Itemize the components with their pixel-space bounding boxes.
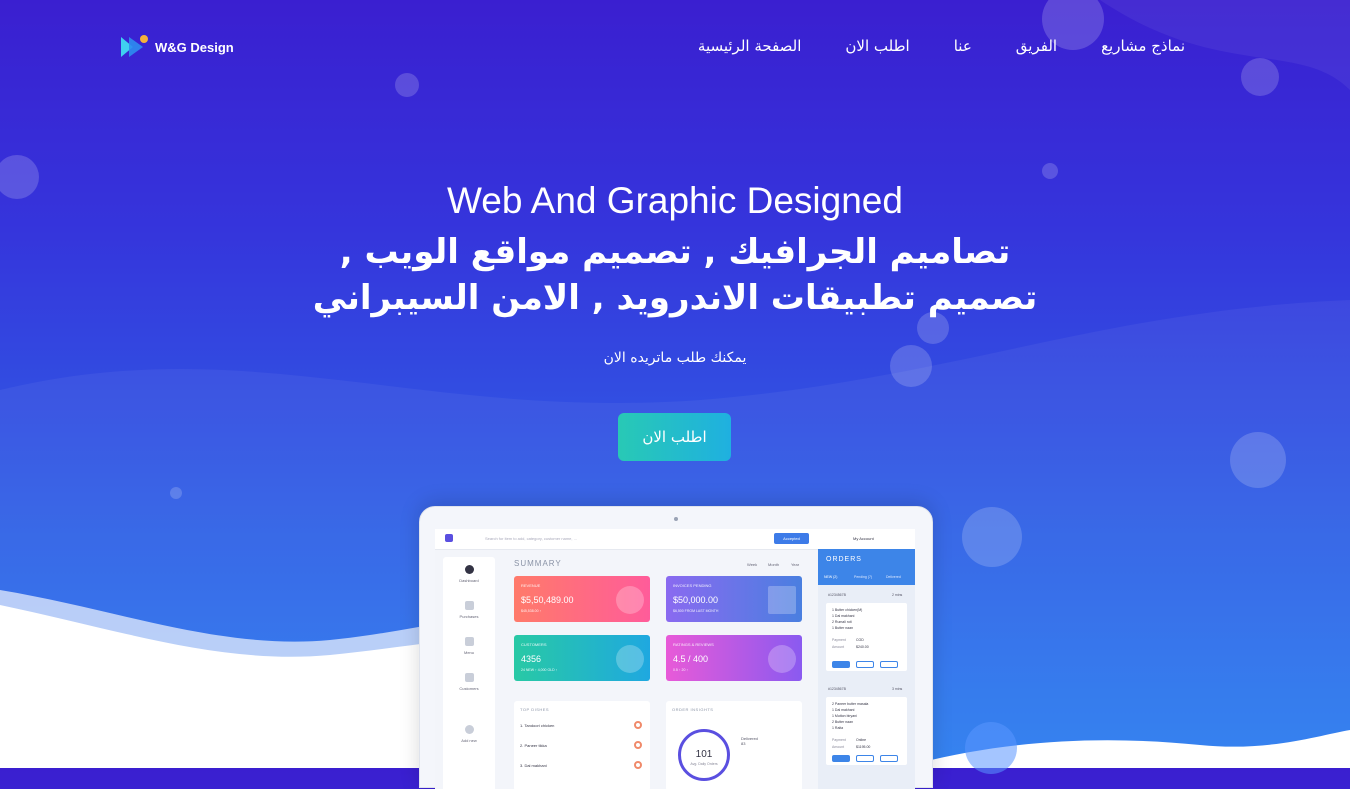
revenue-card: REVENUE $5,50,489.00 $45,538.00 ↑ (514, 576, 650, 622)
order-number: #1234567B (828, 687, 846, 691)
invoice-icon (768, 586, 796, 614)
mockup-account: My Account (853, 536, 874, 541)
order-number: #1234567B (828, 593, 846, 597)
users-icon (616, 645, 644, 673)
nav-item-projects[interactable]: نماذج مشاريع (1101, 37, 1185, 55)
dish-item: 1. Tandoori chicken (520, 723, 555, 728)
add-icon (464, 725, 474, 734)
main-nav: نماذج مشاريع الفريق عنا اطلب الان الصفحة… (698, 37, 1185, 55)
mockup-sidebar-item: Purchases (443, 601, 495, 619)
reject-icon (856, 661, 874, 668)
decor-bubble (1042, 163, 1058, 179)
order-card: 2 Paneer butter masala 1 Dal makhani 1 M… (826, 697, 907, 765)
brand-name: W&G Design (155, 39, 234, 55)
delivered-stat: Delivered 83 (741, 736, 758, 746)
order-time: 2 mins (892, 593, 903, 597)
dashboard-icon (464, 565, 474, 574)
mockup-sidebar-item: Add new (443, 725, 495, 743)
dish-chart-icon (634, 721, 642, 729)
decor-bubble (170, 487, 182, 499)
mockup-sidebar-item: Dashboard (443, 565, 495, 583)
hero-description: يمكنك طلب ماتريده الان (603, 350, 747, 366)
hero-subtitle: Web And Graphic Designed (447, 180, 903, 221)
brand-logo[interactable]: W&G Design (119, 33, 234, 61)
decor-bubble (962, 507, 1022, 567)
mockup-sidebar: Dashboard Purchases Menu Customers Add n… (443, 557, 495, 789)
mockup-topbar: Search for item to add, category, custom… (435, 529, 915, 550)
mockup-period: Week (747, 562, 758, 567)
customers-card: CUSTOMERS 4356 24 NEW ↑ 4,000 OLD ↑ (514, 635, 650, 681)
mockup-period: Year (791, 562, 800, 567)
accept-icon (832, 661, 850, 668)
order-card: 1 Butter chicken(M) 1 Dal makhani 2 Ruma… (826, 603, 907, 671)
dish-item: 3. Dal makhani (520, 763, 547, 768)
dish-chart-icon (634, 741, 642, 749)
nav-item-about[interactable]: عنا (954, 37, 972, 55)
orders-tab: Pending (7) (854, 575, 873, 579)
orders-panel: ORDERS NEW (2) Pending (7) Delivered #12… (818, 549, 915, 789)
hero-title-line: تصاميم الجرافيك , تصميم مواقع الويب , (339, 232, 1011, 272)
star-icon (768, 645, 796, 673)
dish-item: 2. Paneer tikka (520, 743, 547, 748)
purchases-icon (464, 601, 474, 610)
mockup-topbar-button: Accepted (774, 533, 809, 544)
daily-orders-ring: 101 Avg. Daily Orders (678, 729, 730, 781)
call-icon (880, 661, 898, 668)
mockup-logo-icon (445, 534, 453, 542)
nav-item-order[interactable]: اطلب الان (845, 37, 909, 55)
order-time: 3 mins (892, 687, 903, 691)
hero-title-line: تصميم تطبيقات الاندرويد , الامن السيبران… (312, 278, 1038, 318)
decor-bubble (395, 73, 419, 97)
camera-dot (674, 517, 678, 521)
call-icon (880, 755, 898, 762)
order-now-button[interactable]: اطلب الان (618, 413, 731, 461)
mockup-summary-title: SUMMARY (514, 559, 562, 568)
ratings-card: RATINGS & REVIEWS 4.5 / 400 0.5 ↑ 20 ↑ (666, 635, 802, 681)
mockup-screen: Search for item to add, category, custom… (435, 529, 915, 789)
dashboard-mockup: Search for item to add, category, custom… (419, 506, 933, 789)
reject-icon (856, 755, 874, 762)
nav-item-home[interactable]: الصفحة الرئيسية (698, 37, 802, 55)
decor-bubble (1230, 432, 1286, 488)
customers-icon (464, 673, 474, 682)
hero-title: تصاميم الجرافيك , تصميم مواقع الويب , تص… (250, 229, 1100, 321)
order-insights-panel: ORDER INSIGHTS 101 Avg. Daily Orders Del… (666, 701, 802, 789)
orders-header: ORDERS NEW (2) Pending (7) Delivered (818, 549, 915, 585)
orders-tab: NEW (2) (824, 575, 838, 579)
decor-bubble (1241, 58, 1279, 96)
mockup-search: Search for item to add, category, custom… (485, 536, 577, 541)
invoices-card: INVOICES PENDING $50,000.00 $6,500 FROM LA… (666, 576, 802, 622)
logo-icon (119, 33, 149, 61)
menu-icon (464, 637, 474, 646)
accept-icon (832, 755, 850, 762)
mockup-period: Month (768, 562, 780, 567)
orders-tab: Delivered (886, 575, 901, 579)
nav-item-team[interactable]: الفريق (1016, 37, 1057, 55)
mockup-sidebar-item: Customers (443, 673, 495, 691)
wallet-icon (616, 586, 644, 614)
decor-bubble (965, 722, 1017, 774)
top-dishes-panel: TOP DISHES 1. Tandoori chicken 2. Paneer… (514, 701, 650, 789)
mockup-sidebar-item: Menu (443, 637, 495, 655)
